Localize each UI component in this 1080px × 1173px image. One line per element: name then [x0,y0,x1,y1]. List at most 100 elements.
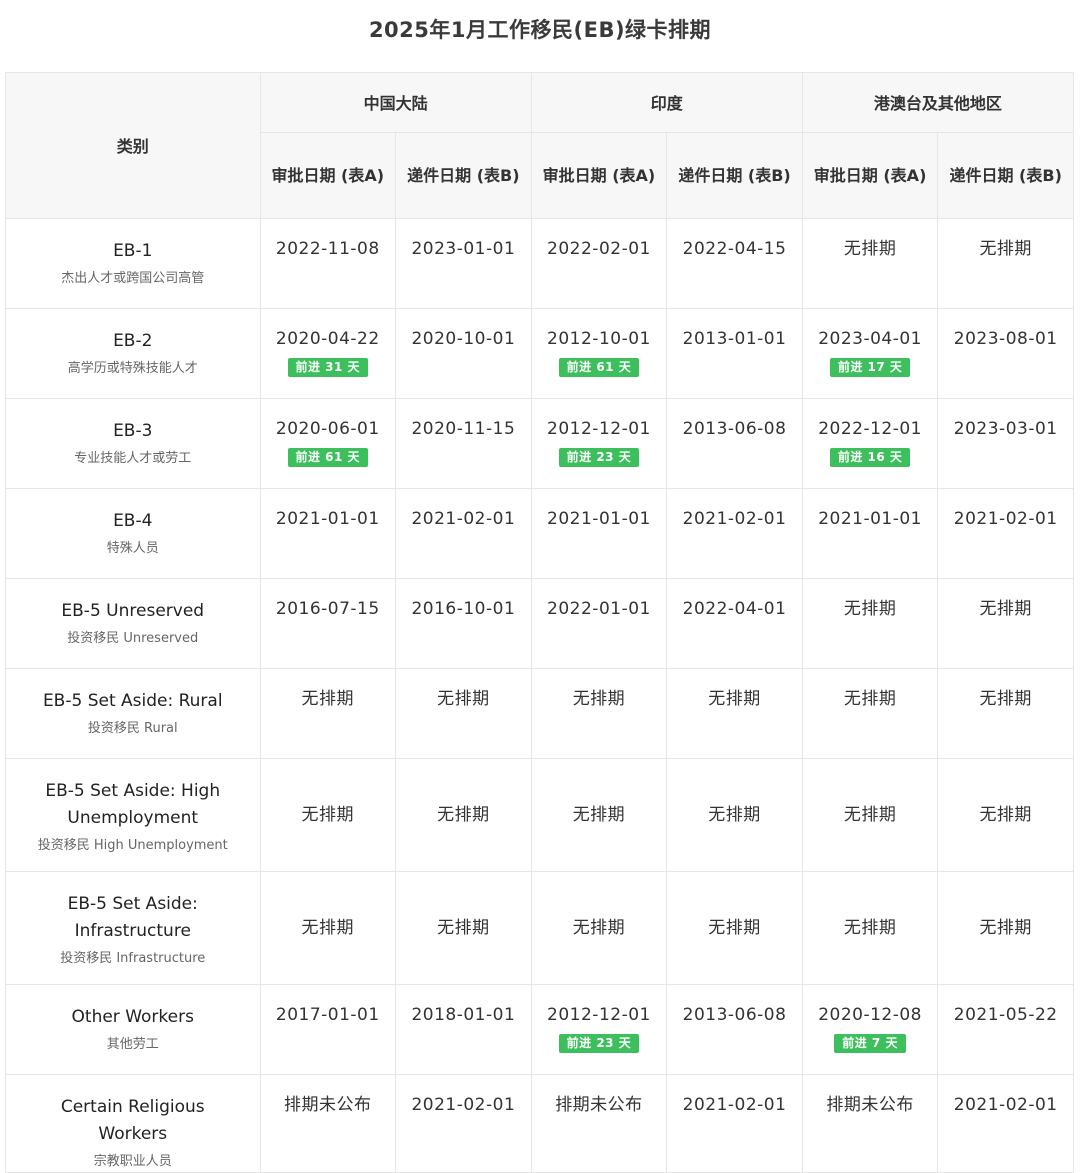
date-cell: 2021-05-22 [937,984,1074,1075]
category-description: 专业技能人才或劳工 [74,450,192,466]
date-value: 无排期 [437,688,490,709]
date-value: 2020-12-08 [818,1004,922,1025]
date-cell: 2021-02-01 [666,488,803,579]
category-description: 投资移民 Rural [87,720,178,736]
date-cell: 2020-12-08 前进 7 天 [802,984,939,1075]
category-description: 高学历或特殊技能人才 [67,360,198,376]
date-value: 无排期 [979,804,1032,825]
advance-badge: 前进 61 天 [287,447,369,467]
date-value: 2021-02-01 [411,1094,516,1115]
category-description: 杰出人才或跨国公司高管 [61,270,205,286]
date-cell: 无排期 [937,871,1074,985]
date-value: 2013-06-08 [682,418,787,439]
date-value: 无排期 [437,804,490,825]
date-cell: 无排期 [937,218,1074,309]
date-cell: 2022-12-01 前进 16 天 [802,398,939,489]
category-cell: EB-2 高学历或特殊技能人才 [6,308,261,399]
date-value: 无排期 [708,804,761,825]
date-value: 无排期 [979,917,1032,938]
category-description: 投资移民 Infrastructure [60,950,206,966]
table-row: EB-5 Set Aside: Infrastructure 投资移民 Infra… [6,871,1074,985]
category-name: EB-4 [113,510,153,531]
date-cell: 2023-03-01 [937,398,1074,489]
date-cell: 2023-01-01 [395,218,532,309]
date-cell: 2020-04-22 前进 31 天 [260,308,397,399]
date-cell: 无排期 [395,758,532,872]
date-value: 无排期 [843,917,897,938]
date-value: 无排期 [843,688,897,709]
date-value: 无排期 [843,804,897,825]
category-description: 特殊人员 [106,540,159,556]
date-cell: 2013-01-01 [666,308,803,399]
category-name: EB-3 [113,420,153,441]
category-cell: Other Workers 其他劳工 [6,984,261,1075]
date-cell: 无排期 [531,758,668,872]
region-header-india: 印度 [531,73,803,133]
table-row: EB-5 Unreserved 投资移民 Unreserved 2016-07-15… [6,578,1074,669]
date-cell: 2021-02-01 [666,1074,803,1173]
category-name: EB-2 [113,330,153,351]
date-value: 2023-08-01 [953,328,1058,349]
date-cell: 2023-04-01 前进 17 天 [802,308,939,399]
date-cell: 无排期 [937,668,1074,759]
subheader-india-filing: 递件日期 (表B) [666,132,803,219]
date-value: 2018-01-01 [411,1004,516,1025]
date-value: 无排期 [708,688,761,709]
date-value: 无排期 [572,917,626,938]
date-cell: 2021-02-01 [937,488,1074,579]
subheader-india-final-action: 审批日期 (表A) [531,132,668,219]
date-cell: 2013-06-08 [666,984,803,1075]
date-cell: 无排期 [666,758,803,872]
date-cell: 2023-08-01 [937,308,1074,399]
date-value: 2022-04-01 [682,598,787,619]
date-cell: 2017-01-01 [260,984,397,1075]
date-cell: 无排期 [260,871,397,985]
advance-badge: 前进 31 天 [287,357,369,377]
category-cell: EB-3 专业技能人才或劳工 [6,398,261,489]
date-cell: 无排期 [395,668,532,759]
date-value: 2021-02-01 [682,508,787,529]
date-value: 无排期 [301,917,355,938]
category-cell: EB-5 Set Aside: Infrastructure 投资移民 Infra… [6,871,261,985]
date-value: 2022-01-01 [547,598,651,619]
page-title: 2025年1月工作移民(EB)绿卡排期 [368,18,712,42]
date-value: 2021-02-01 [411,508,516,529]
date-value: 无排期 [979,238,1032,259]
date-cell: 无排期 [937,578,1074,669]
date-value: 无排期 [979,688,1032,709]
category-cell: EB-4 特殊人员 [6,488,261,579]
category-name: Certain Religious Workers [60,1096,205,1144]
subheader-china-final-action: 审批日期 (表A) [260,132,397,219]
category-name: EB-5 Set Aside: Infrastructure [67,893,198,941]
date-cell: 无排期 [666,871,803,985]
date-cell: 无排期 [937,758,1074,872]
category-name: EB-5 Set Aside: High Unemployment [45,780,221,828]
table-row: EB-4 特殊人员 2021-01-01 2021-02-01 2021-01-01 20… [6,488,1074,579]
table-row: EB-2 高学历或特殊技能人才 2020-04-22 前进 31 天 2020-10-0… [6,308,1074,399]
category-description: 投资移民 Unreserved [67,630,199,646]
date-value: 2020-04-22 [275,328,380,349]
subheader-other-filing: 递件日期 (表B) [937,132,1074,219]
date-cell: 2013-06-08 [666,398,803,489]
date-value: 无排期 [572,804,626,825]
date-value: 2013-01-01 [682,328,787,349]
date-value: 2023-04-01 [818,328,922,349]
table-row: EB-5 Set Aside: Rural 投资移民 Rural 无排期 无排期 无排期… [6,668,1074,759]
date-cell: 2021-02-01 [395,1074,532,1173]
advance-badge: 前进 17 天 [829,357,911,377]
date-cell: 无排期 [802,758,939,872]
date-cell: 无排期 [395,871,532,985]
date-value: 2020-11-15 [411,418,516,439]
table-row: EB-3 专业技能人才或劳工 2020-06-01 前进 61 天 2020-11-15… [6,398,1074,489]
date-value: 2021-01-01 [547,508,651,529]
date-value: 2012-12-01 [547,418,651,439]
date-cell: 2020-06-01 前进 61 天 [260,398,397,489]
date-cell: 2021-02-01 [937,1074,1074,1173]
date-cell: 2012-10-01 前进 61 天 [531,308,668,399]
date-value: 2022-12-01 [818,418,922,439]
date-value: 2022-02-01 [547,238,651,259]
date-cell: 2021-01-01 [802,488,939,579]
date-value: 2016-10-01 [411,598,516,619]
category-cell: EB-1 杰出人才或跨国公司高管 [6,218,261,309]
advance-badge: 前进 16 天 [829,447,911,467]
